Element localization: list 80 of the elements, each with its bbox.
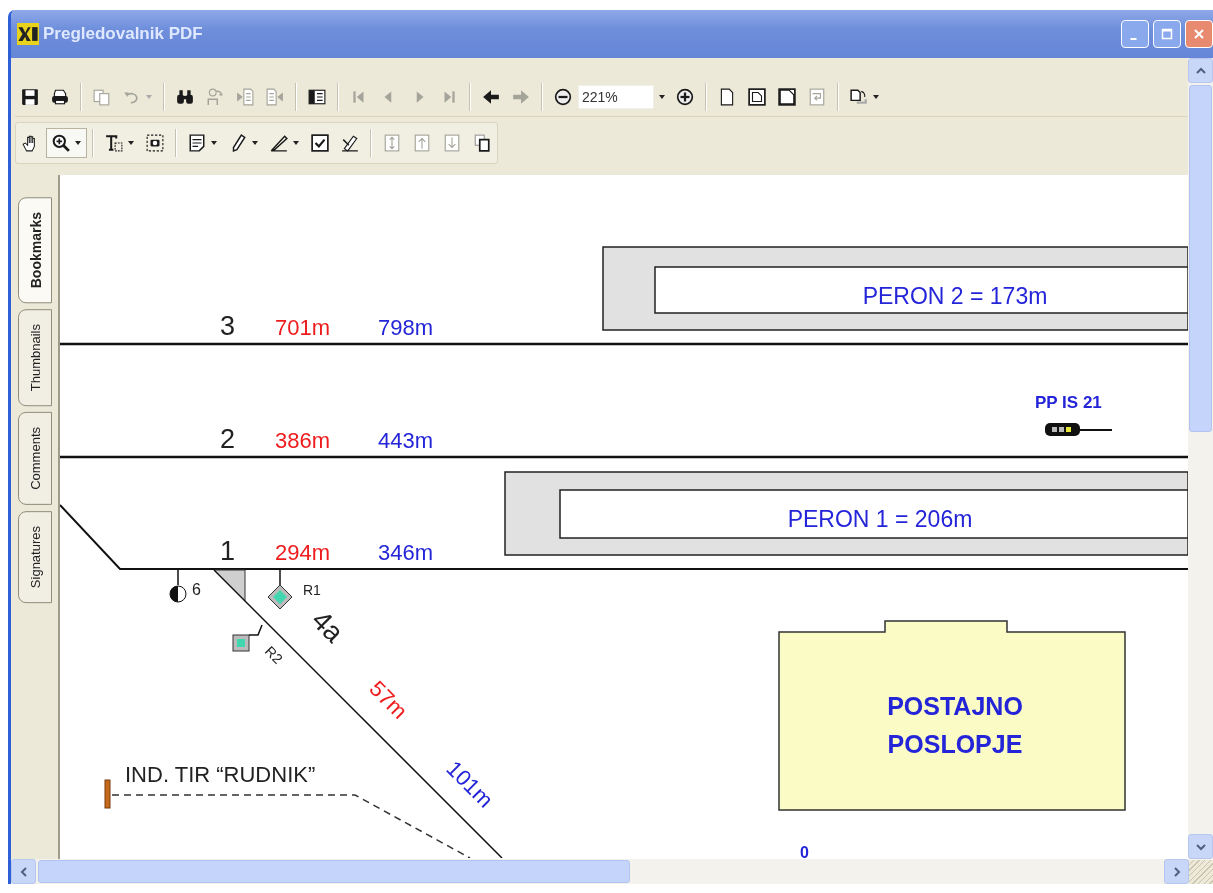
building-label: POSTAJNO: [887, 692, 1023, 720]
printer-icon: [51, 88, 69, 106]
square-marker-icon: [232, 624, 263, 652]
zoom-field[interactable]: 221%: [578, 85, 654, 109]
page-updown-icon: [383, 134, 401, 152]
maximize-icon: [1161, 28, 1173, 40]
panel-icon: [308, 88, 326, 106]
page-icon: [718, 88, 736, 106]
track-length: 701m: [275, 315, 331, 340]
scroll-right-button[interactable]: [1164, 859, 1189, 884]
track-number: 3: [220, 311, 236, 341]
scroll-down-button[interactable]: [1188, 834, 1213, 859]
caret-icon: [659, 95, 665, 99]
side-tab[interactable]: Signatures: [18, 511, 52, 604]
signature-pen-icon: [341, 134, 359, 152]
marker-label: R1: [303, 582, 321, 598]
pen-icon: [270, 134, 288, 152]
page-right-icon: [266, 88, 284, 106]
binoculars-icon: [176, 88, 194, 106]
text-fragment: 0: [800, 844, 809, 858]
track-length: 346m: [378, 540, 434, 565]
zoom-tool-button[interactable]: [46, 128, 87, 158]
vertical-scrollbar[interactable]: [1188, 58, 1213, 859]
resize-grip[interactable]: [1189, 859, 1213, 884]
arrow-right-icon: [512, 88, 530, 106]
note-icon: [188, 134, 206, 152]
track-length: 294m: [275, 540, 331, 565]
stamp-icon: [311, 134, 329, 152]
diamond-marker-icon: [267, 569, 293, 610]
track-number: 2: [220, 424, 236, 454]
figure-icon: [206, 88, 224, 106]
track-length: 798m: [378, 315, 434, 340]
siding-label: IND. TIR “RUDNIK”: [125, 762, 316, 787]
minimize-button[interactable]: [1121, 20, 1149, 48]
window-title: Pregledovalnik PDF: [43, 24, 204, 44]
track-length: 443m: [378, 428, 434, 453]
side-tab[interactable]: Thumbnails: [18, 309, 52, 407]
dwarf-signal-icon: [169, 569, 187, 603]
scroll-up-button[interactable]: [1188, 58, 1213, 83]
platform-label: PERON 1 = 206m: [787, 506, 973, 532]
camera-icon: [146, 134, 164, 152]
caret-left-icon: [18, 866, 29, 877]
arrow-left-icon: [482, 88, 500, 106]
app-icon: [17, 23, 39, 45]
text-cursor-icon: [105, 134, 123, 152]
page-left-icon: [236, 88, 254, 106]
branch-number: 4a: [305, 604, 350, 649]
marker-label: 6: [192, 581, 201, 598]
framed-page-icon: [748, 88, 766, 106]
magnifier-icon: [52, 134, 70, 152]
marker-label: R2: [261, 642, 286, 667]
minus-circle-icon: [554, 88, 572, 106]
side-tab[interactable]: Bookmarks: [18, 197, 52, 304]
two-pages-icon: [473, 134, 491, 152]
minimize-icon: [1129, 38, 1137, 40]
close-icon: [1193, 28, 1205, 40]
signal-label: PP IS 21: [1035, 393, 1102, 412]
scroll-thumb[interactable]: [38, 860, 630, 883]
scroll-thumb[interactable]: [1189, 85, 1212, 432]
horizontal-scrollbar[interactable]: [11, 859, 1213, 884]
close-button[interactable]: [1185, 20, 1213, 48]
rotate-pages-icon: [850, 88, 868, 106]
framed-page-icon: [778, 88, 796, 106]
side-tab[interactable]: Comments: [18, 412, 52, 506]
track-length: 386m: [275, 428, 331, 453]
track-number: 1: [220, 536, 236, 566]
caret-right-icon: [1171, 866, 1182, 877]
caret-up-icon: [1195, 65, 1206, 76]
copy-icon: [93, 88, 111, 106]
frog-triangle: [213, 569, 246, 602]
page-up-icon: [413, 134, 431, 152]
building-label: POSLOPJE: [887, 730, 1023, 758]
scroll-left-button[interactable]: [11, 859, 36, 884]
caret-down-icon: [1195, 841, 1206, 852]
platform-label: PERON 2 = 173m: [862, 283, 1048, 309]
plus-circle-icon: [676, 88, 694, 106]
maximize-button[interactable]: [1153, 20, 1181, 48]
buffer-stop-icon: [104, 779, 111, 809]
page-down-icon: [443, 134, 461, 152]
light-signal-icon: [1045, 423, 1113, 436]
